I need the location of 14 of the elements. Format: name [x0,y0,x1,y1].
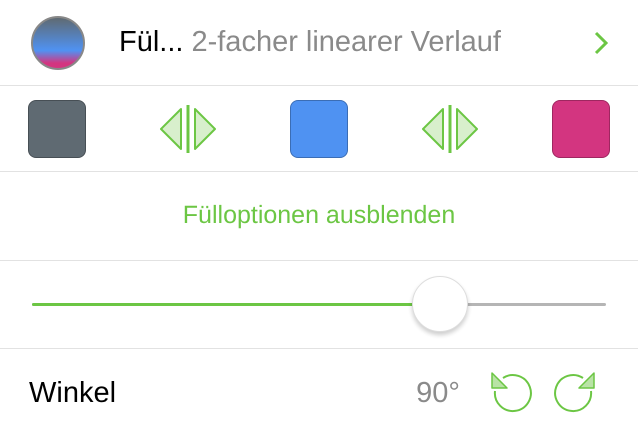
color-swatch[interactable] [552,100,610,158]
angle-value: 90° [416,376,460,412]
split-icon[interactable] [159,104,217,152]
fill-label: Fül... [119,24,184,60]
color-swatch[interactable] [290,100,348,158]
angle-label: Winkel [29,376,116,412]
chevron-right-icon[interactable] [594,30,608,54]
fill-type-value[interactable]: 2-facher linearer Verlauf [191,20,501,64]
hide-fill-options-button[interactable]: Fülloptionen ausblenden [182,197,456,235]
color-swatch[interactable] [28,100,86,158]
split-icon[interactable] [421,104,479,152]
gradient-preview [31,16,85,70]
slider-thumb[interactable] [412,276,468,332]
slider[interactable] [32,276,606,334]
